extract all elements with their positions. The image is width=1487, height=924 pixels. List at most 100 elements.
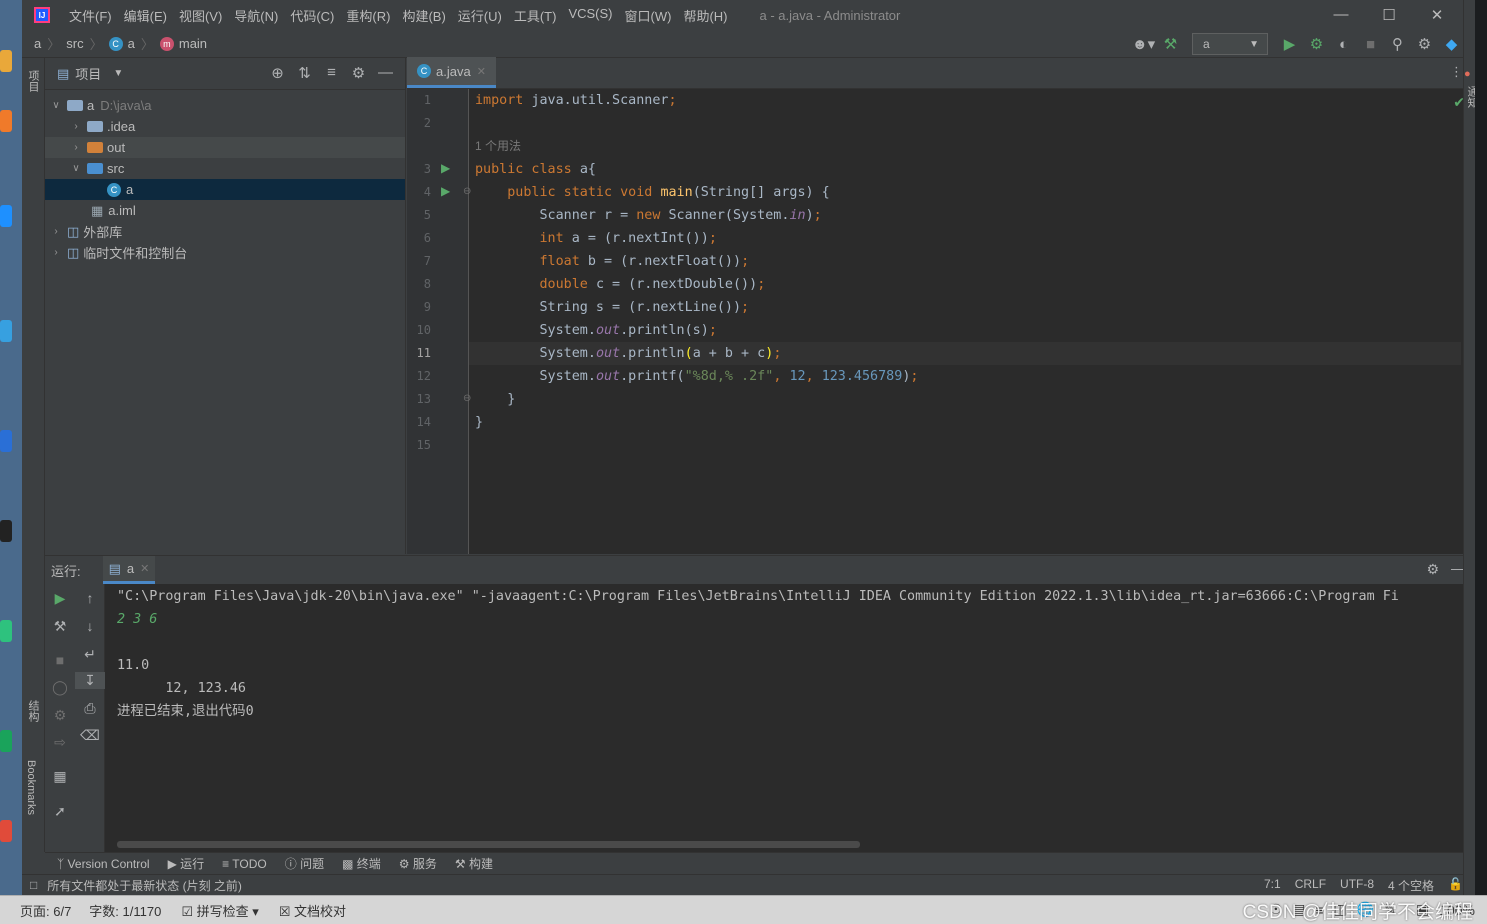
arrow-up-icon[interactable]: ↑: [75, 590, 105, 606]
chevron-down-icon[interactable]: ∨: [69, 163, 83, 174]
project-panel-title[interactable]: 项目: [75, 64, 101, 83]
structure-tool-tab[interactable]: 结构: [25, 700, 41, 722]
locate-icon[interactable]: ⊕: [264, 64, 291, 82]
run-configuration-select[interactable]: a ▼: [1192, 33, 1268, 55]
menu-code[interactable]: 代码(C): [290, 6, 334, 25]
desktop-shortcut-icon[interactable]: [0, 620, 12, 642]
coverage-icon[interactable]: ◐: [1330, 36, 1357, 53]
build-hammer-icon[interactable]: ⚒: [1157, 35, 1184, 53]
gear-icon[interactable]: ⚙: [345, 64, 372, 82]
menu-navigate[interactable]: 导航(N): [234, 6, 278, 25]
plugin-logo-icon[interactable]: ◆: [1438, 35, 1465, 53]
breadcrumb-method[interactable]: main: [179, 36, 207, 51]
code-area[interactable]: import java.util.Scanner; 1 个用法 public c…: [475, 89, 1461, 554]
tree-item-external-libraries[interactable]: › ◫ 外部库: [45, 221, 405, 242]
desktop-shortcut-icon[interactable]: [0, 205, 12, 227]
wrench-icon[interactable]: ⚒: [45, 618, 75, 635]
menu-build[interactable]: 构建(B): [402, 6, 445, 25]
tab-version-control[interactable]: ᛉ Version Control: [57, 857, 150, 871]
scroll-to-end-icon[interactable]: ↧: [75, 672, 105, 689]
notifications-icon[interactable]: ●: [1464, 68, 1471, 80]
tab-terminal[interactable]: ▩ 终端: [342, 855, 381, 872]
desktop-shortcut-icon[interactable]: [0, 520, 12, 542]
debug-icon[interactable]: ⚙: [1303, 35, 1330, 53]
spell-check-button[interactable]: ☑ 拼写检查 ▾: [171, 901, 258, 920]
desktop-shortcut-icon[interactable]: [0, 730, 12, 752]
tab-problems[interactable]: ⓘ 问题: [285, 855, 324, 872]
desktop-shortcut-icon[interactable]: [0, 430, 12, 452]
caret-position[interactable]: 7:1: [1264, 877, 1281, 894]
horizontal-scrollbar[interactable]: [117, 841, 860, 848]
project-tool-tab[interactable]: 项目: [25, 70, 41, 92]
tree-item-out[interactable]: › out: [45, 137, 405, 158]
menu-edit[interactable]: 编辑(E): [124, 6, 167, 25]
proofread-button[interactable]: ☒ 文档校对: [269, 901, 346, 920]
more-options-icon[interactable]: ⋮: [1450, 64, 1463, 80]
editor-tab[interactable]: C a.java ✕: [407, 57, 496, 88]
tree-item-iml[interactable]: ▦ a.iml: [45, 200, 405, 221]
gear-icon[interactable]: ⚙: [1426, 561, 1439, 578]
chevron-right-icon[interactable]: ›: [49, 226, 63, 237]
chevron-down-icon[interactable]: ▼: [113, 68, 123, 79]
run-gutter-icon[interactable]: ▶: [441, 161, 450, 175]
tab-run[interactable]: ▶ 运行: [168, 855, 205, 872]
tree-item-idea[interactable]: › .idea: [45, 116, 405, 137]
bookmarks-tool-tab[interactable]: Bookmarks: [25, 760, 37, 815]
tab-build[interactable]: ⚒ 构建: [455, 855, 493, 872]
menu-run[interactable]: 运行(U): [458, 6, 502, 25]
file-encoding[interactable]: UTF-8: [1340, 877, 1374, 894]
chevron-down-icon[interactable]: ∨: [49, 100, 63, 111]
rerun-icon[interactable]: ▶: [45, 590, 75, 607]
menu-refactor[interactable]: 重构(R): [346, 6, 390, 25]
chevron-right-icon[interactable]: ›: [69, 121, 83, 132]
tree-item-project-root[interactable]: ∨ a D:\java\a: [45, 95, 405, 116]
indent-setting[interactable]: 4 个空格: [1388, 877, 1434, 894]
soft-wrap-icon[interactable]: ↵: [75, 646, 105, 663]
settings-gear-icon[interactable]: ⚙: [1411, 35, 1438, 53]
layout-icon[interactable]: ▦: [45, 768, 75, 785]
console-output[interactable]: "C:\Program Files\Java\jdk-20\bin\java.e…: [117, 584, 1475, 840]
pin-icon[interactable]: ➚: [45, 803, 75, 820]
close-tab-icon[interactable]: ✕: [140, 562, 149, 575]
desktop-shortcut-icon[interactable]: [0, 110, 12, 132]
chevron-right-icon[interactable]: ›: [49, 247, 63, 258]
tab-todo[interactable]: ≡ TODO: [222, 857, 267, 871]
tree-item-class-a[interactable]: C a: [45, 179, 405, 200]
print-icon[interactable]: ⎙: [75, 700, 105, 717]
fold-icon[interactable]: ⊖: [463, 393, 471, 404]
notifications-tool-tab[interactable]: 通知: [1464, 86, 1475, 108]
arrow-down-icon[interactable]: ↓: [75, 618, 105, 634]
hide-icon[interactable]: —: [372, 64, 399, 82]
lock-icon[interactable]: 🔓: [1448, 877, 1463, 894]
page-indicator[interactable]: 页面: 6/7: [20, 901, 71, 920]
run-tab[interactable]: ▤ a ✕: [102, 556, 156, 584]
maximize-icon[interactable]: ☐: [1365, 6, 1413, 24]
menu-vcs[interactable]: VCS(S): [568, 6, 612, 25]
menu-file[interactable]: 文件(F): [69, 6, 112, 25]
tab-services[interactable]: ⚙ 服务: [399, 855, 437, 872]
run-icon[interactable]: ▶: [1276, 35, 1303, 53]
word-count[interactable]: 字数: 1/1170: [89, 901, 161, 920]
close-tab-icon[interactable]: ✕: [477, 65, 486, 78]
line-separator[interactable]: CRLF: [1295, 877, 1326, 894]
status-window-icon[interactable]: □: [30, 878, 37, 892]
stop-icon[interactable]: ■: [1357, 36, 1384, 53]
usage-hint[interactable]: 1 个用法: [475, 135, 521, 158]
expand-all-icon[interactable]: ⇅: [291, 64, 318, 82]
camera-icon[interactable]: ◯: [45, 679, 75, 696]
fold-icon[interactable]: ⊖: [463, 186, 471, 197]
exit-icon[interactable]: ⇨: [45, 734, 75, 751]
breadcrumb-project[interactable]: a: [34, 36, 41, 51]
trash-icon[interactable]: ⌫: [75, 727, 105, 744]
menu-tools[interactable]: 工具(T): [514, 6, 557, 25]
breadcrumb-class[interactable]: a: [128, 36, 135, 51]
menu-view[interactable]: 视图(V): [179, 6, 222, 25]
user-icon[interactable]: ☻▾: [1130, 35, 1157, 53]
collapse-all-icon[interactable]: ≡: [318, 64, 345, 82]
tree-item-scratches[interactable]: › ◫ 临时文件和控制台: [45, 242, 405, 263]
chevron-right-icon[interactable]: ›: [69, 142, 83, 153]
stop-icon[interactable]: ■: [45, 652, 75, 668]
search-icon[interactable]: ⚲: [1384, 35, 1411, 53]
desktop-shortcut-icon[interactable]: [0, 50, 12, 72]
desktop-shortcut-icon[interactable]: [0, 820, 12, 842]
